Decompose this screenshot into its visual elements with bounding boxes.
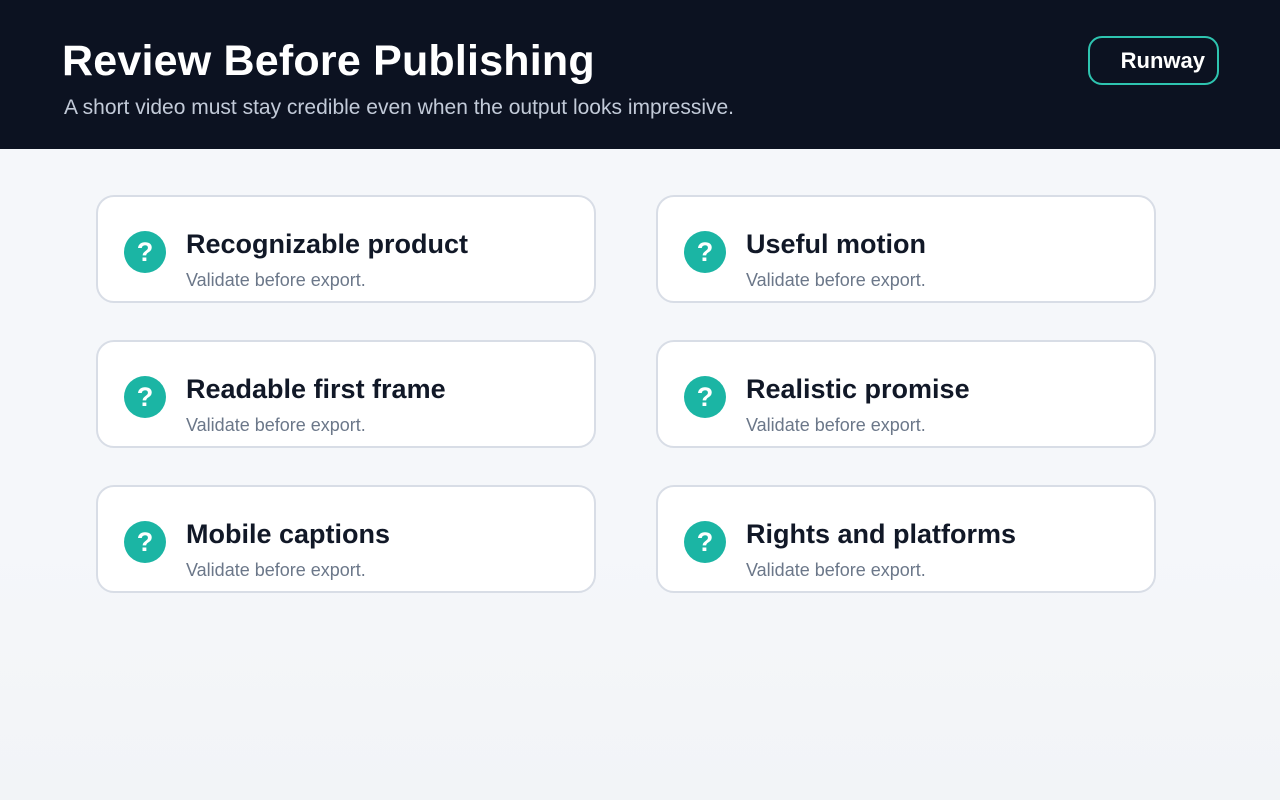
checklist-card-realistic-promise[interactable]: ? Realistic promise Validate before expo… [656, 340, 1156, 448]
question-icon: ? [684, 376, 726, 418]
checklist-card-recognizable-product[interactable]: ? Recognizable product Validate before e… [96, 195, 596, 303]
card-subtitle: Validate before export. [746, 415, 926, 435]
checklist-card-mobile-captions[interactable]: ? Mobile captions Validate before export… [96, 485, 596, 593]
checklist-card-useful-motion[interactable]: ? Useful motion Validate before export. [656, 195, 1156, 303]
card-subtitle: Validate before export. [746, 560, 926, 580]
question-icon: ? [124, 376, 166, 418]
question-icon: ? [124, 521, 166, 563]
question-icon: ? [124, 231, 166, 273]
card-title: Useful motion [746, 229, 926, 259]
runway-button[interactable]: Runway [1088, 36, 1219, 85]
page-title: Review Before Publishing [62, 37, 595, 85]
checklist-card-rights-and-platforms[interactable]: ? Rights and platforms Validate before e… [656, 485, 1156, 593]
card-title: Recognizable product [186, 229, 469, 259]
card-title: Mobile captions [186, 519, 391, 549]
header-bar: Review Before Publishing A short video m… [0, 0, 1280, 149]
question-icon: ? [684, 231, 726, 273]
checklist-card-readable-first-frame[interactable]: ? Readable first frame Validate before e… [96, 340, 596, 448]
card-subtitle: Validate before export. [186, 270, 366, 290]
card-subtitle: Validate before export. [186, 415, 366, 435]
card-title: Readable first frame [186, 374, 446, 404]
page-subtitle: A short video must stay credible even wh… [64, 96, 735, 119]
card-title: Rights and platforms [746, 519, 1017, 549]
question-icon: ? [684, 521, 726, 563]
card-subtitle: Validate before export. [186, 560, 366, 580]
card-subtitle: Validate before export. [746, 270, 926, 290]
card-title: Realistic promise [746, 374, 970, 404]
